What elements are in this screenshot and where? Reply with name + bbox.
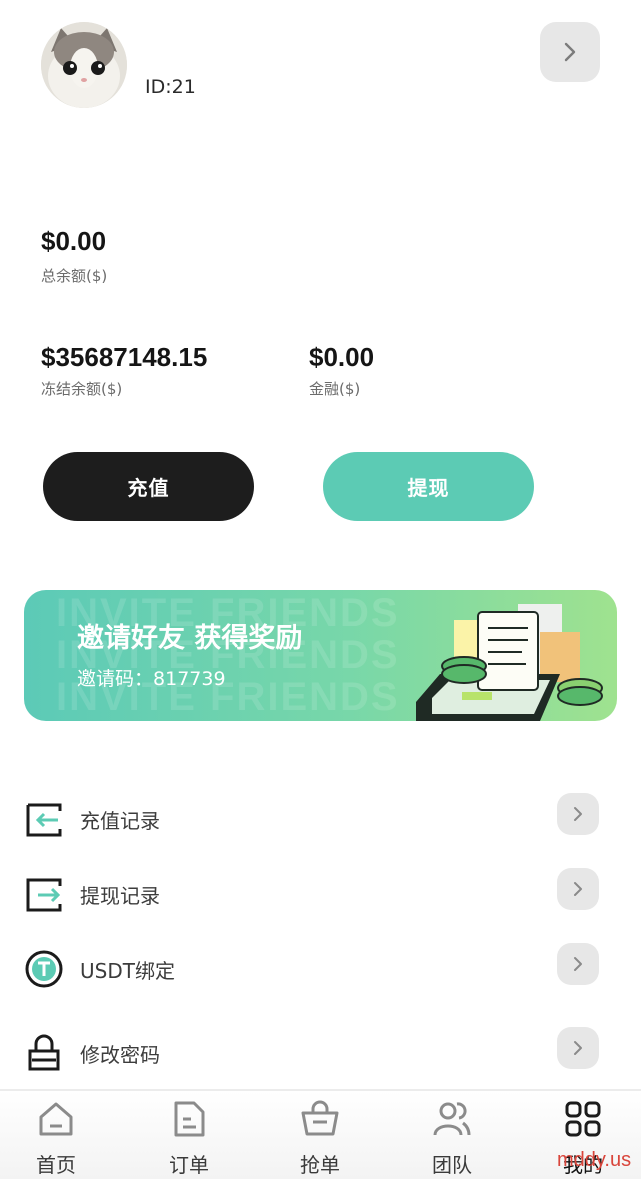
- tab-orders[interactable]: 订单: [125, 1091, 253, 1179]
- user-id: ID:21: [145, 76, 196, 98]
- total-balance-label: 总余额($): [41, 267, 108, 285]
- menu-chevron-button[interactable]: [557, 793, 599, 835]
- tab-team[interactable]: 团队: [388, 1091, 516, 1179]
- home-icon: [39, 1102, 73, 1136]
- menu-item-label: 充值记录: [80, 809, 160, 833]
- tab-home[interactable]: 首页: [0, 1091, 120, 1179]
- withdraw-record-icon: [26, 878, 62, 912]
- invite-banner-title: 邀请好友 获得奖励: [77, 623, 303, 654]
- recharge-record-icon: [26, 803, 62, 837]
- invite-friends-banner[interactable]: INVITE FRIENDS INVITE FRIENDS INVITE FRI…: [24, 590, 617, 721]
- team-icon: [433, 1102, 471, 1136]
- frozen-balance-label: 冻结余额($): [41, 380, 123, 398]
- banner-watermark-text: INVITE FRIENDS INVITE FRIENDS INVITE FRI…: [56, 591, 400, 719]
- tab-label: 首页: [36, 1153, 76, 1177]
- chevron-right-icon: [564, 42, 576, 62]
- tab-grab-order[interactable]: 抢单: [256, 1091, 384, 1179]
- chevron-right-icon: [574, 807, 582, 821]
- tab-label: 团队: [432, 1153, 472, 1177]
- invite-code-value: 817739: [153, 668, 226, 690]
- frozen-balance-amount: $35687148.15: [41, 342, 208, 372]
- watermark-text: mddy.us: [557, 1149, 632, 1171]
- total-balance-amount: $0.00: [41, 226, 107, 256]
- avatar[interactable]: [41, 22, 127, 108]
- bottom-tab-bar: 首页 订单 抢单 团队 我的: [0, 1089, 641, 1179]
- bag-icon: [301, 1100, 339, 1136]
- order-icon: [174, 1101, 205, 1137]
- withdraw-button[interactable]: 提现: [323, 452, 534, 521]
- chevron-right-icon: [574, 882, 582, 896]
- grid-icon: [565, 1101, 601, 1137]
- menu-chevron-button[interactable]: [557, 1027, 599, 1069]
- recharge-button[interactable]: 充值: [43, 452, 254, 521]
- tab-label: 订单: [169, 1153, 209, 1177]
- chevron-right-icon: [574, 1041, 582, 1055]
- cat-avatar-image: [41, 22, 127, 108]
- menu-item-label: 提现记录: [80, 884, 160, 908]
- profile-settings-button[interactable]: [540, 22, 600, 82]
- menu-item-label: USDT绑定: [80, 959, 175, 983]
- finance-balance-label: 金融($): [309, 380, 361, 398]
- menu-chevron-button[interactable]: [557, 943, 599, 985]
- finance-balance-amount: $0.00: [309, 342, 375, 372]
- tab-label: 抢单: [300, 1153, 340, 1177]
- menu-chevron-button[interactable]: [557, 868, 599, 910]
- menu-item-usdt-binding[interactable]: USDT绑定: [24, 937, 604, 997]
- menu-item-withdraw-record[interactable]: 提现记录: [24, 862, 604, 922]
- usdt-icon: [25, 950, 63, 988]
- invite-code-label: 邀请码：: [77, 668, 154, 690]
- menu-item-recharge-record[interactable]: 充值记录: [24, 787, 604, 847]
- chevron-right-icon: [574, 957, 582, 971]
- menu-item-change-password[interactable]: 修改密码: [24, 1021, 604, 1081]
- menu-item-label: 修改密码: [80, 1043, 160, 1067]
- lock-icon: [28, 1034, 60, 1071]
- invite-illustration: [416, 604, 603, 721]
- invite-code: 邀请码：817739: [77, 664, 226, 691]
